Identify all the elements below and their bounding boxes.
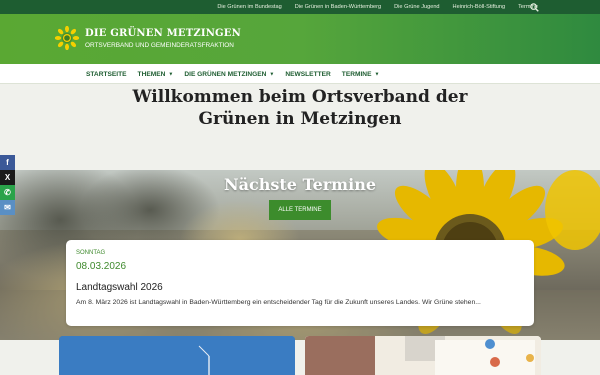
- chevron-down-icon: ▼: [269, 71, 275, 78]
- facebook-icon[interactable]: f: [0, 155, 15, 170]
- chevron-down-icon: ▼: [374, 71, 380, 78]
- event-date: 08.03.2026: [76, 261, 127, 272]
- top-links: Die Grünen im Bundestag Die Grünen in Ba…: [217, 0, 538, 14]
- nav-item-gruene-metzingen[interactable]: DIE GRÜNEN METZINGEN ▼: [184, 71, 274, 78]
- whatsapp-icon[interactable]: ✆: [0, 185, 15, 200]
- site-header: [0, 14, 600, 64]
- top-link-boell[interactable]: Heinrich-Böll-Stiftung: [453, 4, 506, 10]
- welcome-heading: Willkommen beim Ortsverband der Grünen i…: [0, 86, 600, 130]
- welcome-line-1: Willkommen beim Ortsverband der: [132, 87, 468, 107]
- nav-item-label: DIE GRÜNEN METZINGEN: [184, 70, 267, 78]
- teaser-tile-1[interactable]: [59, 336, 295, 375]
- email-icon[interactable]: ✉: [0, 200, 15, 215]
- room-photo: [305, 336, 541, 375]
- nav-item-label: THEMEN: [137, 70, 166, 78]
- sunflower-icon[interactable]: [55, 26, 79, 50]
- site-title[interactable]: DIE GRÜNEN METZINGEN: [85, 28, 241, 39]
- nav-item-themen[interactable]: THEMEN ▼: [138, 71, 174, 78]
- event-text: Am 8. März 2026 ist Landtagswahl in Bade…: [76, 299, 481, 306]
- share-sidebar: f X ✆ ✉: [0, 155, 15, 215]
- welcome-line-2: Grünen in Metzingen: [198, 109, 402, 129]
- nav-item-label: STARTSEITE: [86, 70, 127, 78]
- chevron-down-icon: ▼: [168, 71, 174, 78]
- hero-title: Nächste Termine: [223, 175, 376, 194]
- event-title[interactable]: Landtagswahl 2026: [76, 282, 163, 293]
- top-bar: Die Grünen im Bundestag Die Grünen in Ba…: [0, 0, 600, 14]
- nav-item-termine[interactable]: TERMINE ▼: [342, 71, 380, 78]
- top-link-jugend[interactable]: Die Grüne Jugend: [394, 4, 439, 10]
- all-events-button[interactable]: ALLE TERMINE: [269, 200, 331, 220]
- event-card[interactable]: SONNTAG 08.03.2026 Landtagswahl 2026 Am …: [66, 240, 534, 326]
- top-link-bundestag[interactable]: Die Grünen im Bundestag: [217, 4, 281, 10]
- nav-item-label: NEWSLETTER: [285, 70, 331, 78]
- nav-item-startseite[interactable]: STARTSEITE: [86, 71, 127, 78]
- event-day: SONNTAG: [76, 250, 106, 256]
- top-link-bw[interactable]: Die Grünen in Baden-Württemberg: [295, 4, 381, 10]
- wind-turbine-photo: [59, 336, 295, 375]
- main-nav: STARTSEITE THEMEN ▼ DIE GRÜNEN METZINGEN…: [0, 64, 600, 84]
- nav-item-newsletter[interactable]: NEWSLETTER: [285, 71, 330, 78]
- site-subtitle: ORTSVERBAND UND GEMEINDERATSFRAKTION: [85, 42, 234, 49]
- search-icon[interactable]: [530, 3, 539, 12]
- teaser-tile-2[interactable]: [305, 336, 541, 375]
- nav-item-label: TERMINE: [341, 70, 372, 78]
- x-icon[interactable]: X: [0, 170, 15, 185]
